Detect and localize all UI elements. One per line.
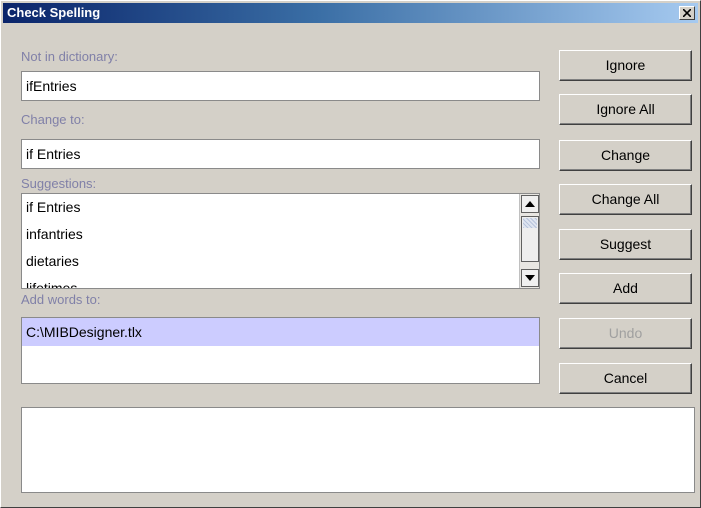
- suggestions-label: Suggestions:: [21, 176, 97, 191]
- suggestion-item[interactable]: dietaries: [22, 248, 539, 275]
- suggestions-scrollbar[interactable]: [519, 194, 539, 288]
- add-button[interactable]: Add: [559, 273, 692, 304]
- arrow-down-icon: [525, 275, 535, 281]
- grip-icon: [523, 218, 537, 228]
- check-spelling-dialog: Check Spelling Not in dictionary: ifEntr…: [0, 0, 701, 508]
- cancel-button[interactable]: Cancel: [559, 363, 692, 394]
- suggestion-item[interactable]: lifetimes: [22, 275, 539, 288]
- undo-button[interactable]: Undo: [559, 318, 692, 349]
- ignore-all-button[interactable]: Ignore All: [559, 94, 692, 125]
- add-words-to-label: Add words to:: [21, 292, 101, 307]
- close-button[interactable]: [679, 6, 695, 20]
- message-area: [21, 407, 695, 493]
- ignore-button[interactable]: Ignore: [559, 50, 692, 81]
- dictionary-item-selected[interactable]: C:\MIBDesigner.tlx: [22, 318, 539, 346]
- arrow-up-icon: [525, 201, 535, 207]
- scroll-down-button[interactable]: [521, 269, 539, 287]
- suggestion-item[interactable]: infantries: [22, 221, 539, 248]
- change-all-button[interactable]: Change All: [559, 184, 692, 215]
- add-words-to-list[interactable]: C:\MIBDesigner.tlx: [21, 317, 540, 384]
- title-bar[interactable]: Check Spelling: [3, 3, 698, 23]
- not-in-dictionary-label: Not in dictionary:: [21, 49, 118, 64]
- change-to-field[interactable]: if Entries: [21, 139, 540, 169]
- suggestion-item[interactable]: if Entries: [22, 194, 539, 221]
- scroll-thumb[interactable]: [521, 216, 539, 262]
- change-to-label: Change to:: [21, 112, 85, 127]
- suggest-button[interactable]: Suggest: [559, 229, 692, 260]
- scroll-up-button[interactable]: [521, 195, 539, 213]
- change-button[interactable]: Change: [559, 140, 692, 171]
- not-in-dictionary-field[interactable]: ifEntries: [21, 71, 540, 101]
- window-title: Check Spelling: [7, 5, 101, 20]
- suggestions-list[interactable]: if Entries infantries dietaries lifetime…: [21, 193, 540, 289]
- close-icon: [683, 9, 691, 17]
